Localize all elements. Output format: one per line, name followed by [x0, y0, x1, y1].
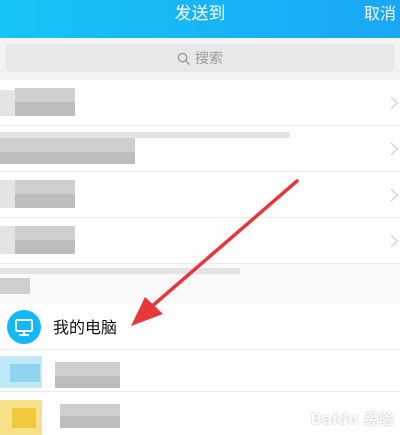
chevron-right-icon	[385, 96, 398, 110]
section-header	[0, 264, 400, 303]
page-title: 发送到	[174, 4, 226, 24]
search-placeholder: 搜索	[195, 51, 223, 67]
chevron-right-icon	[385, 234, 398, 248]
baidu-watermark: Baidu 经验	[310, 410, 394, 428]
cancel-button[interactable]: 取消	[364, 0, 396, 38]
top-bar: 发送到 取消	[0, 0, 400, 38]
contact-row-1[interactable]	[0, 80, 400, 126]
search-input[interactable]: 搜索	[6, 44, 394, 72]
contact-row-5[interactable]	[0, 350, 400, 392]
chevron-right-icon	[385, 188, 398, 202]
monitor-icon	[7, 310, 41, 344]
chevron-right-icon	[385, 142, 398, 156]
contact-row-2[interactable]	[0, 126, 400, 172]
contact-row-3[interactable]	[0, 172, 400, 218]
my-computer-label: 我的电脑	[53, 318, 118, 337]
search-icon	[177, 52, 190, 65]
contact-row-4[interactable]	[0, 218, 400, 264]
search-area: 搜索	[0, 38, 400, 80]
